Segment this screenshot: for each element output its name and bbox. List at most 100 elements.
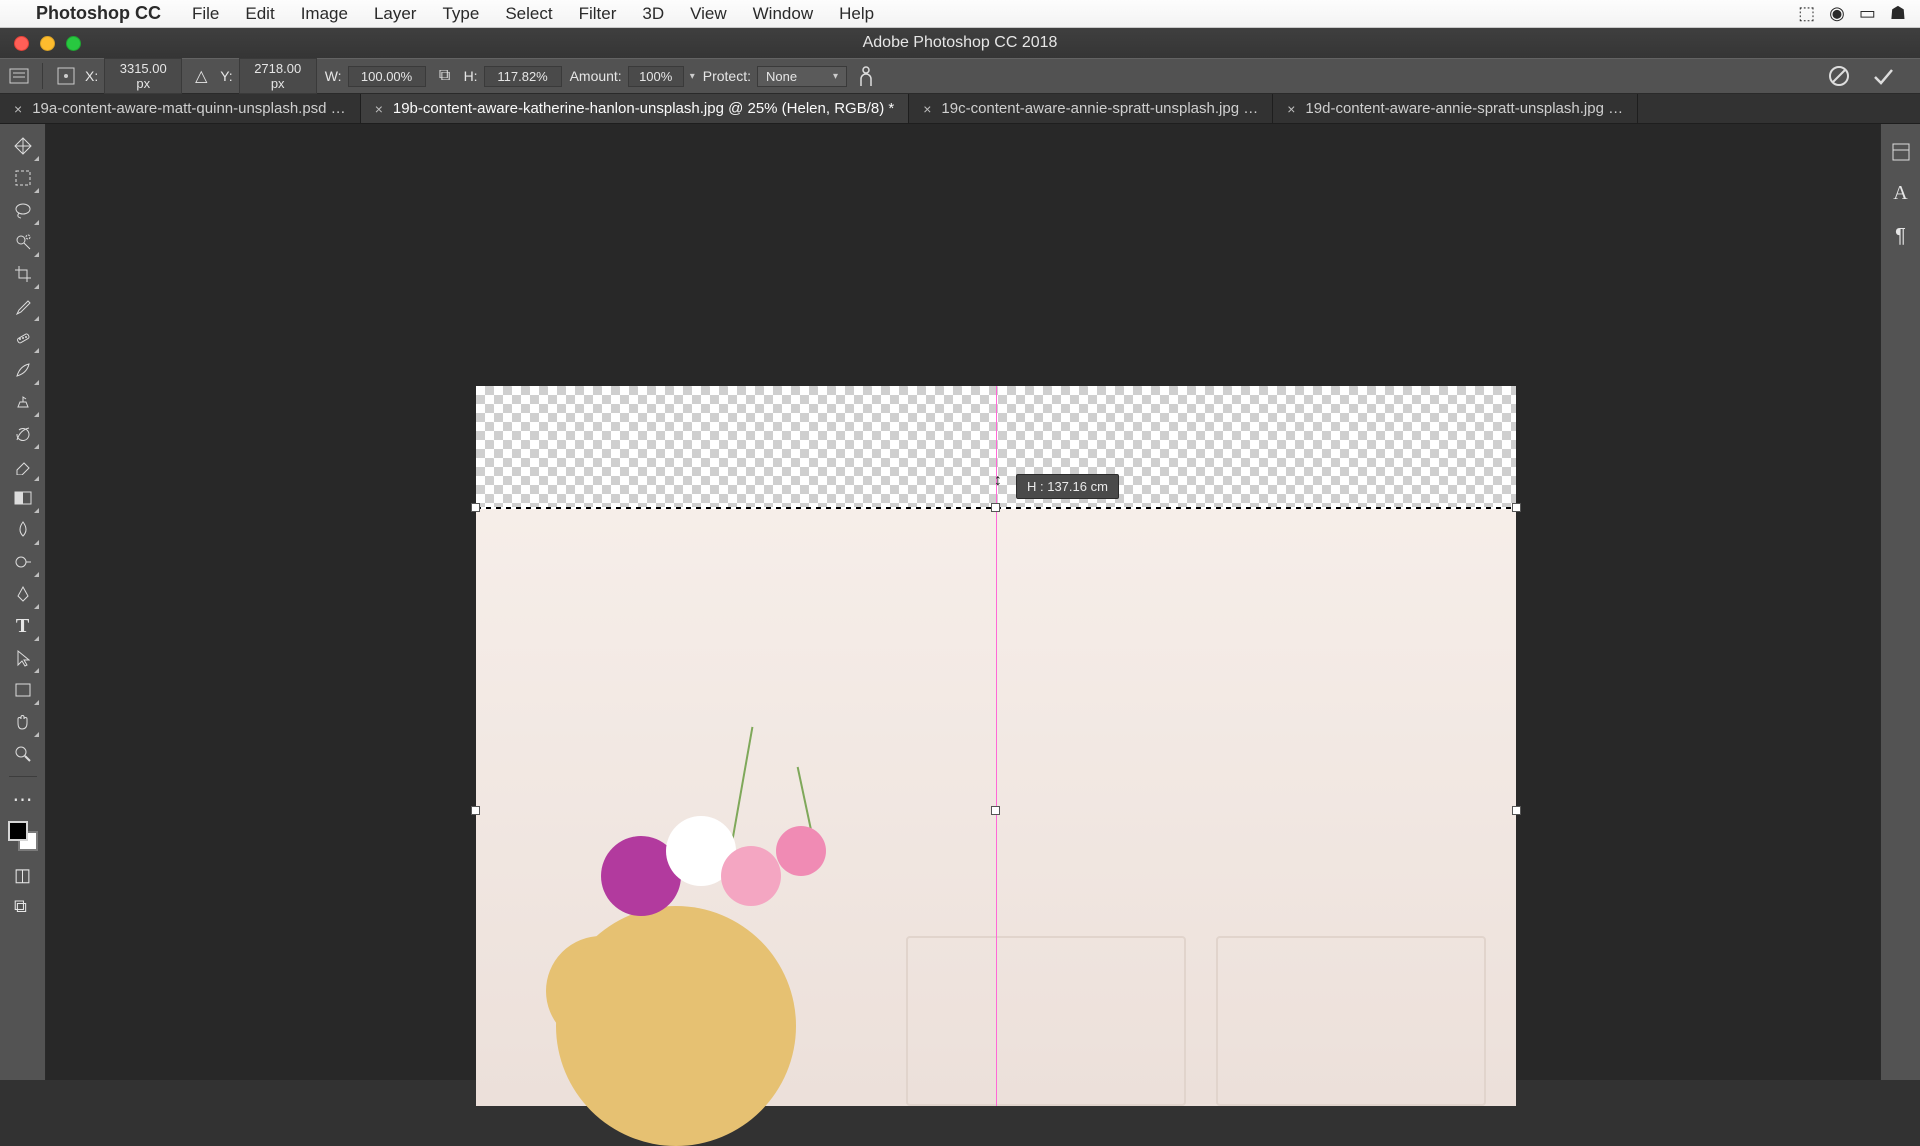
- foreground-swatch[interactable]: [8, 821, 28, 841]
- canvas-area[interactable]: ↕ H : 137.16 cm: [46, 124, 1880, 1080]
- dropbox-icon[interactable]: ⬚: [1798, 3, 1815, 24]
- zoom-window-button[interactable]: [66, 36, 81, 51]
- link-wh-icon[interactable]: ⧉: [434, 65, 456, 87]
- color-swatches[interactable]: [8, 821, 38, 851]
- h-input[interactable]: 117.82%: [484, 66, 562, 87]
- amount-dropdown-icon[interactable]: ▾: [690, 71, 695, 82]
- minimize-window-button[interactable]: [40, 36, 55, 51]
- doc-tab-label: 19d-content-aware-annie-spratt-unsplash.…: [1305, 100, 1623, 117]
- eyedropper-tool[interactable]: [6, 290, 40, 322]
- close-icon[interactable]: ×: [923, 101, 931, 117]
- amount-field: Amount: 100% ▾: [570, 66, 695, 87]
- menu-select[interactable]: Select: [492, 4, 565, 24]
- w-input[interactable]: 100.00%: [348, 66, 426, 87]
- cc-sync-icon[interactable]: ◉: [1829, 3, 1845, 24]
- menubar-status-area: ⬚ ◉ ▭ ☗: [1798, 3, 1920, 24]
- h-label: H:: [464, 68, 478, 84]
- quickmask-icon[interactable]: ◫: [14, 865, 31, 886]
- close-icon[interactable]: ×: [14, 101, 22, 117]
- properties-panel-icon[interactable]: [1891, 142, 1911, 162]
- menu-filter[interactable]: Filter: [566, 4, 630, 24]
- transform-handle-ml2[interactable]: [471, 806, 480, 815]
- doc-tab-19c[interactable]: × 19c-content-aware-annie-spratt-unsplas…: [909, 94, 1273, 123]
- transform-handle-mr2[interactable]: [1512, 806, 1521, 815]
- menu-window[interactable]: Window: [740, 4, 826, 24]
- w-label: W:: [325, 68, 342, 84]
- menu-view[interactable]: View: [677, 4, 740, 24]
- doc-tab-19a[interactable]: × 19a-content-aware-matt-quinn-unsplash.…: [0, 94, 361, 123]
- menu-edit[interactable]: Edit: [232, 4, 287, 24]
- paragraph-panel-icon[interactable]: ¶: [1895, 225, 1906, 248]
- doc-tab-19b[interactable]: × 19b-content-aware-katherine-hanlon-uns…: [361, 94, 910, 123]
- marquee-tool[interactable]: [6, 162, 40, 194]
- type-tool[interactable]: T: [6, 610, 40, 642]
- x-input[interactable]: 3315.00 px: [104, 58, 182, 94]
- app-name[interactable]: Photoshop CC: [36, 3, 179, 24]
- pen-tool[interactable]: [6, 578, 40, 610]
- edit-toolbar-icon[interactable]: ⋯: [6, 783, 40, 815]
- lasso-tool[interactable]: [6, 194, 40, 226]
- x-label: X:: [85, 68, 98, 84]
- brush-tool[interactable]: [6, 354, 40, 386]
- protect-select[interactable]: None ▾: [757, 66, 847, 87]
- protect-value: None: [766, 69, 797, 84]
- amount-input[interactable]: 100%: [628, 66, 684, 87]
- commit-transform-button[interactable]: [1872, 65, 1900, 87]
- doc-tab-19d[interactable]: × 19d-content-aware-annie-spratt-unsplas…: [1273, 94, 1638, 123]
- shape-tool[interactable]: [6, 674, 40, 706]
- gradient-tool[interactable]: [6, 482, 40, 514]
- transform-handle-ml[interactable]: [471, 503, 480, 512]
- flower-bloom: [721, 846, 781, 906]
- move-tool[interactable]: [6, 130, 40, 162]
- menu-image[interactable]: Image: [288, 4, 361, 24]
- menu-3d[interactable]: 3D: [629, 4, 677, 24]
- dodge-tool[interactable]: [6, 546, 40, 578]
- close-icon[interactable]: ×: [375, 101, 383, 117]
- tool-preset-icon[interactable]: [8, 65, 30, 87]
- history-brush-tool[interactable]: [6, 418, 40, 450]
- character-panel-icon[interactable]: A: [1893, 182, 1907, 205]
- flower-bloom: [776, 826, 826, 876]
- window-titlebar: Adobe Photoshop CC 2018: [0, 28, 1920, 58]
- transform-handle-mr[interactable]: [1512, 503, 1521, 512]
- menu-type[interactable]: Type: [429, 4, 492, 24]
- extension-icon[interactable]: ☗: [1890, 3, 1906, 24]
- amount-label: Amount:: [570, 68, 622, 84]
- menu-file[interactable]: File: [179, 4, 232, 24]
- healing-tool[interactable]: [6, 322, 40, 354]
- delta-icon[interactable]: △: [190, 65, 212, 87]
- readout-text: H : 137.16 cm: [1027, 479, 1108, 494]
- right-panel-rail: A ¶: [1880, 124, 1920, 1080]
- wall-panel: [906, 936, 1186, 1106]
- protect-field: Protect: None ▾: [703, 66, 847, 87]
- reference-point-icon[interactable]: [55, 65, 77, 87]
- clone-stamp-tool[interactable]: [6, 386, 40, 418]
- w-field: W: 100.00%: [325, 66, 426, 87]
- hand-tool[interactable]: [6, 706, 40, 738]
- close-icon[interactable]: ×: [1287, 101, 1295, 117]
- display-icon[interactable]: ▭: [1859, 3, 1876, 24]
- screenmode-icon[interactable]: ⧉: [14, 896, 31, 917]
- eraser-tool[interactable]: [6, 450, 40, 482]
- path-select-tool[interactable]: [6, 642, 40, 674]
- x-field: X: 3315.00 px: [85, 58, 182, 94]
- document-canvas[interactable]: ↕ H : 137.16 cm: [476, 386, 1516, 1106]
- y-input[interactable]: 2718.00 px: [239, 58, 317, 94]
- traffic-lights: [0, 36, 81, 51]
- tools-panel: T ⋯ ◫ ⧉: [0, 124, 46, 1080]
- vertical-guide[interactable]: [996, 386, 997, 1106]
- menu-help[interactable]: Help: [826, 4, 887, 24]
- zoom-tool[interactable]: [6, 738, 40, 770]
- transform-center-point[interactable]: [991, 806, 1000, 815]
- blur-tool[interactable]: [6, 514, 40, 546]
- crop-tool[interactable]: [6, 258, 40, 290]
- protect-skin-icon[interactable]: [855, 65, 877, 87]
- close-window-button[interactable]: [14, 36, 29, 51]
- cancel-transform-button[interactable]: [1828, 65, 1856, 87]
- transform-handle-tc[interactable]: [991, 503, 1000, 512]
- menu-layer[interactable]: Layer: [361, 4, 430, 24]
- doc-tab-label: 19a-content-aware-matt-quinn-unsplash.ps…: [32, 100, 346, 117]
- quick-select-tool[interactable]: [6, 226, 40, 258]
- wall-panel: [1216, 936, 1486, 1106]
- flower-stem: [731, 727, 754, 846]
